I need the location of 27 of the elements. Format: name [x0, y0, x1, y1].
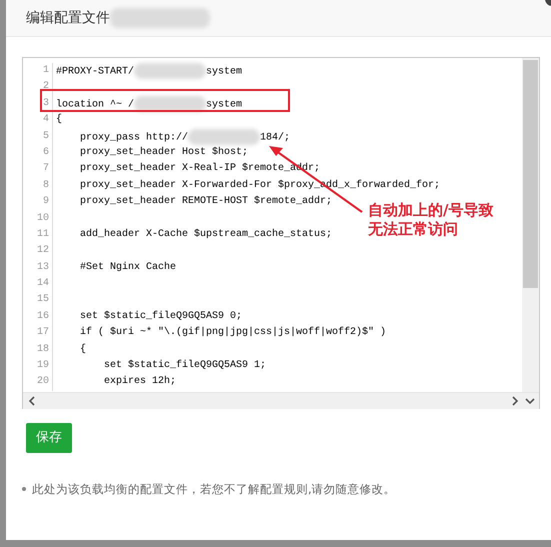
chevron-right-icon[interactable]: [512, 396, 519, 406]
code-line: 184/;: [260, 132, 290, 144]
code-line: location ^~ /: [56, 99, 134, 110]
dialog-title: 编辑配置文件: [26, 8, 110, 28]
code-line: proxy_pass http://: [79, 132, 188, 144]
code-line: expires 12h;: [103, 376, 176, 388]
code-line: proxy_set_header Host $host;: [79, 146, 248, 158]
note-text: 此处为该负载均衡的配置文件，若您不了解配置规则,请勿随意修改。: [32, 480, 396, 498]
code-line: set $static_fileQ9GQ5AS9 0;: [79, 310, 242, 322]
scrollbar-thumb[interactable]: [523, 60, 538, 288]
code-line: system: [206, 66, 242, 78]
save-button[interactable]: 保存: [26, 423, 72, 452]
code-line: if ( $uri ~* "\.(gif|png|jpg|css|js|woff|woff2)$" ): [79, 327, 386, 338]
code-line: system: [206, 99, 242, 110]
code-line: set $static_fileQ9GQ5AS9 1;: [103, 360, 266, 372]
chevron-down-icon[interactable]: [525, 398, 535, 404]
code-editor[interactable]: [22, 57, 540, 409]
code-line: add_header X-Cache $upstream_cache_status;: [79, 228, 332, 240]
code-line: #PROXY-START/: [56, 66, 134, 78]
vertical-scrollbar[interactable]: [522, 58, 539, 392]
code-line: {: [56, 114, 62, 126]
bullet-icon: [22, 487, 26, 492]
code-line: {: [79, 344, 86, 355]
chevron-left-icon[interactable]: [28, 396, 35, 406]
code-line: #Set Nginx Cache: [79, 262, 176, 273]
code-line: proxy_set_header REMOTE-HOST $remote_addr;: [79, 196, 332, 208]
annotation-text: 自动加上的/号导致无法正常访问: [368, 201, 494, 239]
